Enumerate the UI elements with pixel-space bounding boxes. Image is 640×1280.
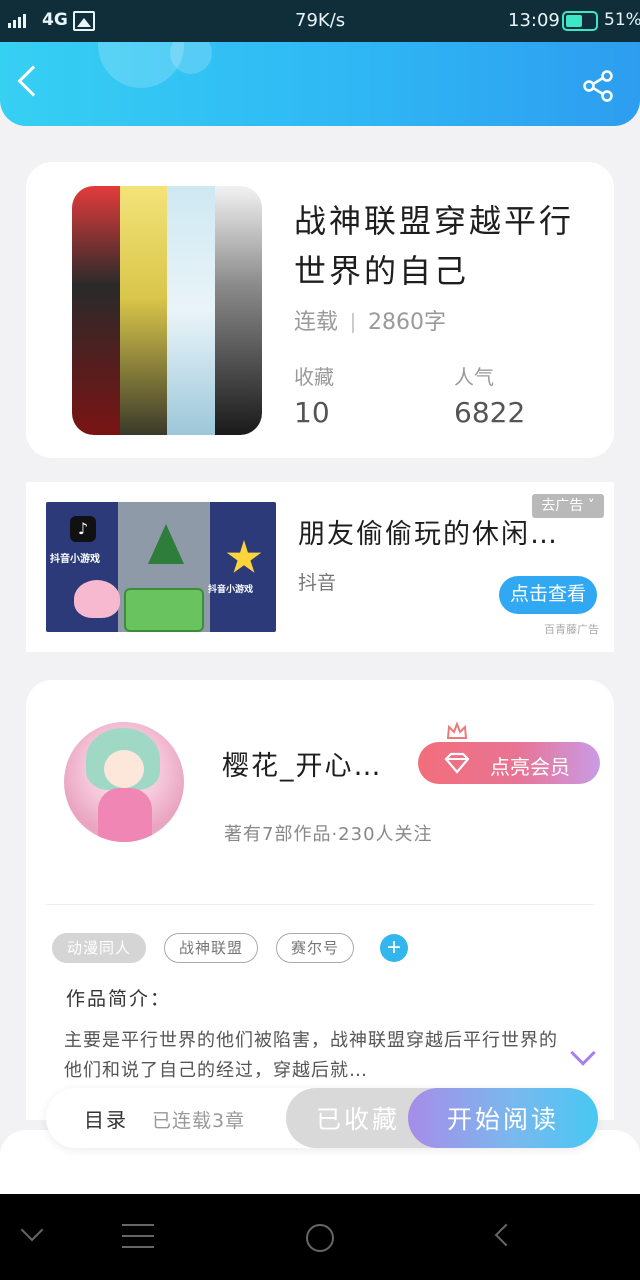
author-stats: 著有7部作品·230人关注 [224,824,433,845]
book-title: 战神联盟穿越平行世界的自己 [294,202,575,290]
ad-view-button[interactable]: 点击查看 [499,576,597,614]
status-bar: 4G 79K/s 13:09 51% [0,0,640,42]
author-avatar[interactable] [64,722,184,842]
popularity-count: 6822 [454,396,526,429]
ad-image-caption: 抖音小游戏 [208,585,254,595]
author-card: 樱花_开心… 点亮会员 著有7部作品·230人关注 动漫同人 战神联盟 赛尔号 … [26,680,614,1120]
book-cover-image[interactable] [72,186,262,435]
word-count: 2860字 [368,310,447,335]
gallery-notification-icon [73,11,95,31]
ad-title: 朋友偷偷玩的休闲… [298,519,559,550]
signal-icon [8,14,26,28]
back-icon[interactable] [494,1223,518,1247]
intro-text: 主要是平行世界的他们被陷害，战神联盟穿越后平行世界的他们和说了自己的经过，穿越后… [64,1030,558,1081]
battery-percent: 51% [604,10,640,30]
hide-keyboard-icon[interactable] [20,1218,44,1242]
diamond-icon [444,752,470,774]
home-icon[interactable] [306,1224,334,1252]
crown-icon [446,722,468,739]
book-meta: 连载 2860字 [294,304,446,336]
author-name[interactable]: 樱花_开心… [222,744,383,783]
network-speed: 79K/s [295,10,346,31]
start-reading-button[interactable]: 开始阅读 [408,1088,598,1148]
intro-title: 作品简介： [66,988,172,1010]
book-info-card: 战神联盟穿越平行世界的自己 连载 2860字 收藏 10 人气 6822 [26,162,614,458]
ad-provider: 百青藤广告 [544,623,599,636]
action-bar: 目录 已连载3章 已收藏 开始阅读 [46,1088,598,1148]
menu-icon[interactable] [122,1224,154,1250]
header-bar [0,42,640,126]
favorites-label: 收藏 [294,365,334,389]
meta-divider [352,313,355,333]
network-type: 4G [42,10,68,30]
back-arrow-icon[interactable] [17,65,49,97]
system-nav-bar [0,1194,640,1280]
ad-source: 抖音 [298,572,337,594]
battery-icon [562,11,598,31]
remove-ad-button[interactable]: 去广告 ˅ [532,494,604,518]
tag-item[interactable]: 赛尔号 [276,933,355,963]
divider [46,904,594,905]
ad-image[interactable]: ♪ 抖音小游戏 抖音小游戏 [46,502,276,632]
book-status: 连载 [294,310,339,335]
vip-button[interactable]: 点亮会员 [418,742,600,784]
chapter-count[interactable]: 已连载3章 [152,1106,245,1133]
tag-item[interactable]: 动漫同人 [52,933,147,963]
add-tag-button[interactable]: + [380,934,409,962]
toc-button[interactable]: 目录 [84,1104,128,1133]
tiktok-logo-icon: ♪ [70,516,96,542]
star-icon [226,540,262,573]
chevron-down-icon[interactable] [570,1040,596,1066]
share-icon[interactable] [580,68,616,104]
favorites-count: 10 [294,396,330,429]
popularity-label: 人气 [454,365,494,389]
ad-image-caption: 抖音小游戏 [50,554,100,565]
ad-card[interactable]: ♪ 抖音小游戏 抖音小游戏 朋友偷偷玩的休闲… 抖音 去广告 ˅ 点击查看 百青… [26,482,614,652]
tag-item[interactable]: 战神联盟 [164,933,259,963]
clock: 13:09 [508,10,560,31]
tag-list: 动漫同人 战神联盟 赛尔号 + [52,933,409,963]
